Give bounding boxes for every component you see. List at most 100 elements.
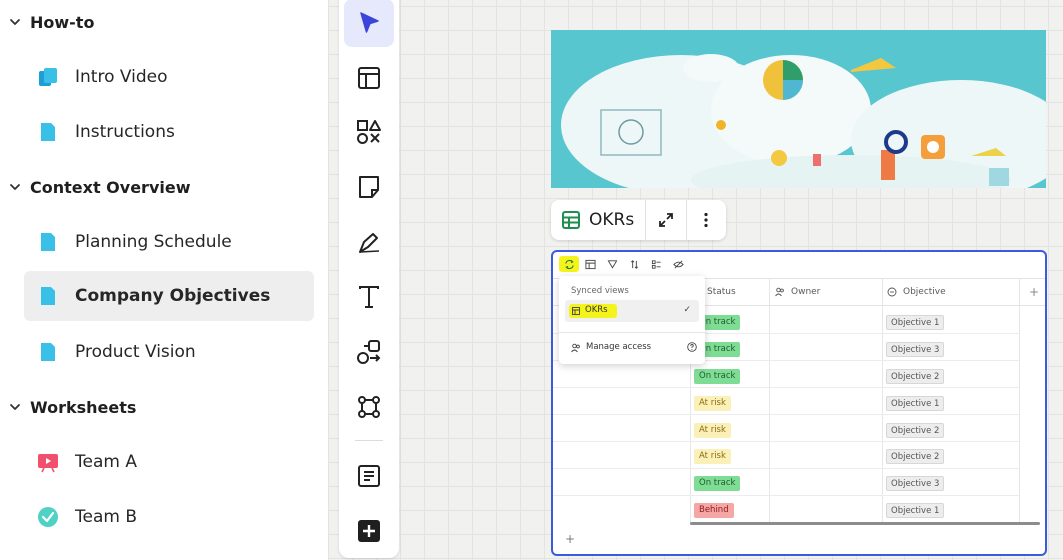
add-column-button[interactable]: +	[1019, 278, 1045, 306]
objective-tag[interactable]: Objective 1	[886, 315, 945, 330]
sidebar-item-instructions[interactable]: Instructions	[24, 107, 314, 157]
doc-tool[interactable]	[344, 452, 394, 500]
column-divider	[1019, 278, 1020, 524]
section-worksheets[interactable]: Worksheets	[0, 392, 328, 422]
objective-tag[interactable]: Objective 2	[886, 423, 945, 438]
add-column-label: +	[1028, 285, 1040, 299]
widget-title: OKRs	[589, 210, 635, 230]
column-header-label: Status	[707, 287, 736, 297]
sort-button[interactable]	[624, 256, 644, 272]
sidebar-item-planning-schedule[interactable]: Planning Schedule	[24, 217, 314, 267]
more-options-button[interactable]	[686, 200, 726, 240]
synced-view-label: OKRs	[585, 305, 608, 315]
manage-access-item[interactable]: Manage access	[571, 341, 699, 355]
pen-icon	[359, 233, 380, 253]
shapes-tool[interactable]	[344, 108, 394, 156]
synced-views-dropdown: Synced views OKRs ✓ Manage access	[559, 276, 705, 364]
check-icon: ✓	[683, 305, 691, 315]
synced-view-okrs[interactable]: OKRs ✓	[565, 300, 699, 322]
connector-icon	[357, 340, 381, 364]
template-icon	[358, 67, 380, 89]
text-tool[interactable]	[344, 273, 394, 321]
doc-list-icon	[358, 465, 380, 487]
add-row-button[interactable]: +	[565, 532, 575, 546]
group-icon	[651, 259, 661, 269]
sidebar-item-company-objectives[interactable]: Company Objectives	[24, 271, 314, 321]
sidebar-item-team-a[interactable]: Team A	[24, 437, 314, 487]
column-header-objective[interactable]: Objective	[882, 278, 1019, 306]
chevron-down-icon	[10, 19, 20, 25]
filter-button[interactable]	[602, 256, 622, 272]
table-toolbar	[553, 252, 1045, 278]
video-board-icon	[38, 454, 58, 473]
expand-icon	[659, 213, 673, 227]
expand-button[interactable]	[646, 200, 686, 240]
sidebar-item-team-b[interactable]: Team B	[24, 492, 314, 542]
section-title: How-to	[30, 12, 95, 32]
section-context-overview[interactable]: Context Overview	[0, 172, 328, 202]
select-tool[interactable]	[344, 0, 394, 47]
sync-views-button[interactable]	[559, 256, 579, 272]
sidebar-item-label: Team B	[75, 507, 137, 527]
section-how-to[interactable]: How-to	[0, 7, 328, 37]
doc-icon	[41, 123, 55, 141]
help-icon[interactable]	[687, 342, 697, 352]
view-table-button[interactable]	[580, 256, 600, 272]
sidebar-item-label: Team A	[75, 452, 137, 472]
sidebar-item-label: Instructions	[75, 122, 175, 142]
sidebar-item-product-vision[interactable]: Product Vision	[24, 327, 314, 377]
column-header-owner[interactable]: Owner	[769, 278, 882, 306]
status-badge[interactable]: On track	[694, 369, 741, 384]
table-grid-icon	[562, 211, 580, 229]
pen-tool[interactable]	[344, 218, 394, 266]
sidebar-item-intro-video[interactable]: Intro Video	[24, 52, 314, 102]
row-divider	[553, 387, 1019, 388]
objective-tag[interactable]: Objective 3	[886, 476, 945, 491]
templates-tool[interactable]	[344, 54, 394, 102]
group-button[interactable]	[646, 256, 666, 272]
objective-tag[interactable]: Objective 1	[886, 503, 945, 518]
widget-toolbar: OKRs	[551, 200, 726, 240]
frame-tool[interactable]	[344, 383, 394, 431]
people-icon	[571, 343, 580, 353]
okrs-title-button[interactable]: OKRs	[551, 200, 645, 240]
doc-stack-icon	[39, 68, 57, 86]
table-icon	[572, 307, 580, 315]
hide-fields-button[interactable]	[668, 256, 688, 272]
status-badge[interactable]: At risk	[694, 396, 731, 411]
sidebar-item-label: Company Objectives	[75, 286, 271, 306]
horizontal-scrollbar[interactable]	[690, 522, 1040, 525]
sync-icon	[564, 259, 574, 269]
select-arrow-icon	[360, 12, 379, 33]
status-badge[interactable]: At risk	[694, 449, 731, 464]
eye-off-icon	[672, 260, 684, 268]
status-badge[interactable]: At risk	[694, 423, 731, 438]
shapes-icon	[357, 120, 381, 144]
connector-tool[interactable]	[344, 328, 394, 376]
sidebar-item-label: Product Vision	[75, 342, 196, 362]
status-badge[interactable]: Behind	[694, 503, 734, 518]
column-divider	[882, 278, 883, 524]
doc-icon	[41, 343, 55, 361]
add-tool[interactable]	[344, 507, 394, 555]
sidebar: How-to Intro Video Instructions Context …	[0, 0, 328, 560]
banner-illustration	[551, 30, 1046, 188]
objective-tag[interactable]: Objective 3	[886, 342, 945, 357]
more-vertical-icon	[704, 212, 708, 228]
row-divider	[553, 468, 1019, 469]
tool-rail	[339, 0, 399, 558]
frame-icon	[358, 396, 380, 418]
rail-divider	[355, 440, 383, 441]
column-divider	[769, 278, 770, 524]
sticky-note-tool[interactable]	[344, 163, 394, 211]
objective-tag[interactable]: Objective 2	[886, 369, 945, 384]
sort-icon	[630, 259, 638, 269]
sidebar-item-label: Intro Video	[75, 67, 168, 87]
chevron-down-icon	[10, 184, 20, 190]
row-divider	[553, 441, 1019, 442]
status-badge[interactable]: On track	[694, 476, 741, 491]
dropdown-header: Synced views	[571, 286, 629, 296]
objective-tag[interactable]: Objective 1	[886, 396, 945, 411]
objective-tag[interactable]: Objective 2	[886, 449, 945, 464]
row-divider	[553, 495, 1019, 496]
